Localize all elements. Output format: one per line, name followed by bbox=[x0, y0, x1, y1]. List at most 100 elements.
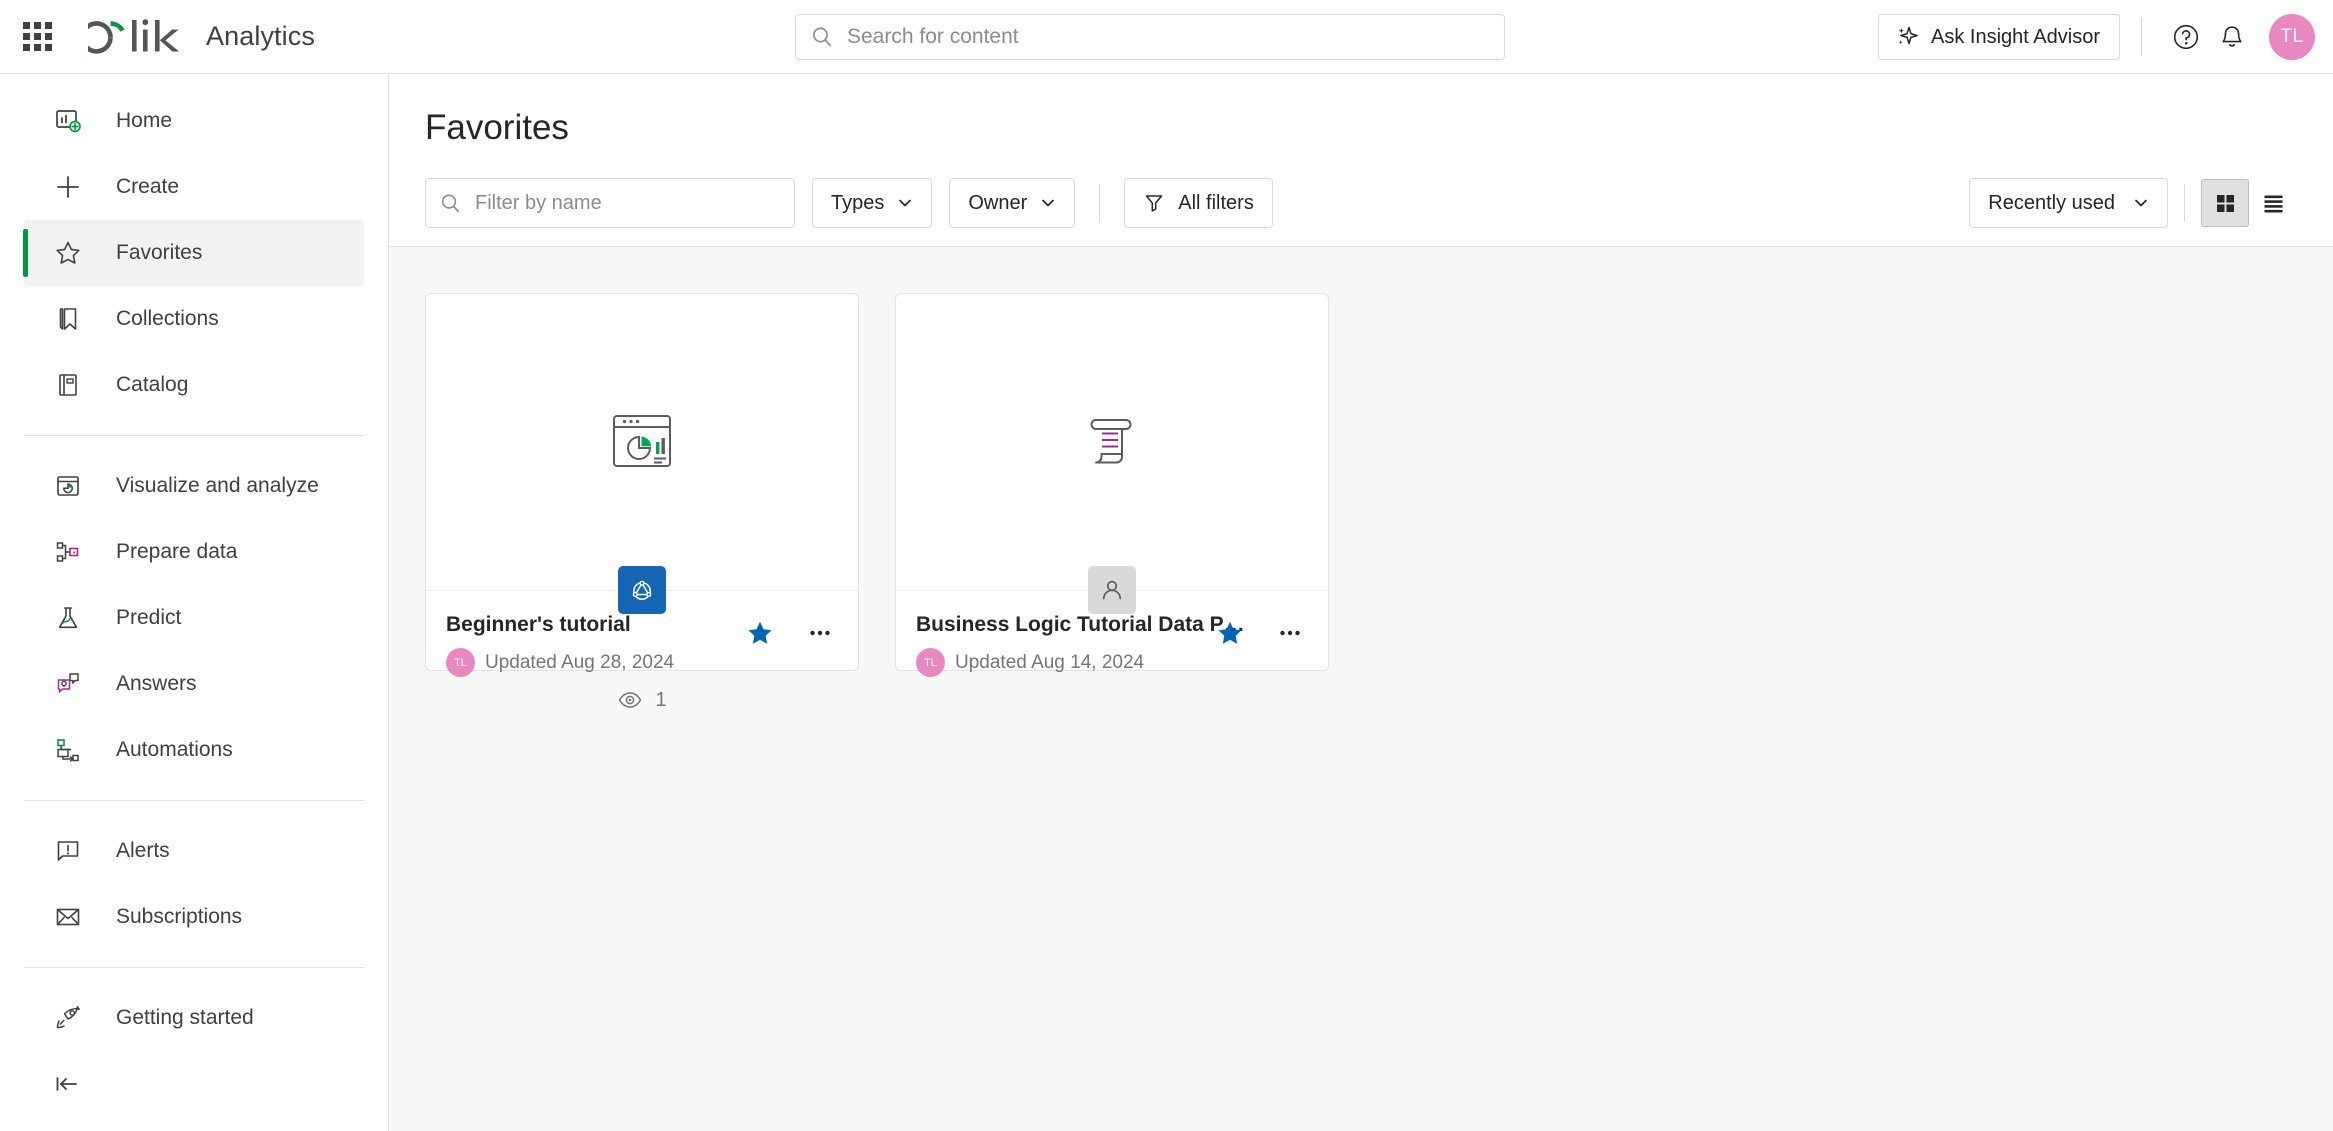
owner-filter-dropdown[interactable]: Owner bbox=[949, 178, 1076, 228]
sidebar-item-answers[interactable]: Answers bbox=[24, 651, 364, 717]
sidebar-item-label: Answers bbox=[116, 672, 197, 695]
star-filled-icon bbox=[748, 621, 772, 644]
card-actions bbox=[1210, 613, 1310, 653]
notifications-button[interactable] bbox=[2209, 14, 2255, 60]
sort-dropdown[interactable]: Recently used bbox=[1969, 178, 2168, 228]
bell-icon bbox=[2222, 26, 2242, 47]
home-dashboard-icon bbox=[51, 104, 85, 138]
card-footer: Business Logic Tutorial Data Prep TL Upd… bbox=[896, 591, 1328, 677]
card-thumbnail bbox=[896, 294, 1328, 614]
data-prep-icon bbox=[51, 535, 85, 569]
card-more-menu-button[interactable] bbox=[800, 613, 840, 653]
sparkle-icon bbox=[1898, 26, 1918, 45]
sidebar-item-getting-started[interactable]: Getting started bbox=[24, 985, 364, 1051]
search-input[interactable]: Search for content bbox=[795, 14, 1505, 60]
toolbar-divider bbox=[1099, 184, 1101, 222]
favorite-star-button[interactable] bbox=[740, 613, 780, 653]
chevron-down-icon bbox=[1042, 199, 1055, 207]
list-view-icon bbox=[2264, 195, 2282, 212]
brand-product-name: Analytics bbox=[206, 21, 315, 51]
content-card[interactable]: Beginner's tutorial TL Updated Aug 28, 2… bbox=[425, 293, 859, 677]
star-outline-icon bbox=[51, 236, 85, 270]
card-title: Beginner's tutorial bbox=[446, 613, 631, 636]
sidebar-item-collections[interactable]: Collections bbox=[24, 286, 364, 352]
toolbar-right-controls: Recently used bbox=[1969, 178, 2297, 228]
app-launcher-button[interactable] bbox=[14, 14, 60, 60]
views-indicator: 1 bbox=[425, 687, 859, 713]
top-bar-divider bbox=[2141, 18, 2142, 56]
sidebar-item-home[interactable]: Home bbox=[24, 88, 364, 154]
chevron-down-icon bbox=[899, 199, 912, 207]
book-icon bbox=[51, 368, 85, 402]
ask-insight-advisor-button[interactable]: Ask Insight Advisor bbox=[1878, 14, 2120, 60]
search-icon bbox=[441, 193, 459, 212]
top-bar: Analytics Search for content Ask Insight… bbox=[0, 0, 2333, 74]
sidebar-divider-1 bbox=[24, 435, 364, 436]
sidebar-item-label: Create bbox=[116, 175, 180, 198]
page-title: Favorites bbox=[425, 108, 569, 147]
sidebar-item-label: Visualize and analyze bbox=[116, 474, 319, 497]
more-horizontal-icon bbox=[1280, 630, 1300, 636]
content-area: Beginner's tutorial TL Updated Aug 28, 2… bbox=[389, 246, 2333, 1131]
main-content: Favorites Filter by name Types Owner All… bbox=[389, 74, 2333, 1131]
envelope-icon bbox=[51, 900, 85, 934]
sidebar: Home Create Favorites Collections Catalo… bbox=[0, 74, 389, 1131]
toolbar-divider bbox=[2184, 184, 2185, 222]
global-search[interactable]: Search for content bbox=[795, 14, 1505, 60]
filter-by-name-input[interactable]: Filter by name bbox=[425, 178, 795, 228]
favorite-star-button[interactable] bbox=[1210, 613, 1250, 653]
sidebar-item-alerts[interactable]: Alerts bbox=[24, 818, 364, 884]
sidebar-item-label: Alerts bbox=[116, 839, 170, 862]
sidebar-item-automations[interactable]: Automations bbox=[24, 717, 364, 783]
card-owner-avatar: TL bbox=[446, 648, 475, 677]
chart-window-thumbnail-icon bbox=[613, 415, 671, 467]
views-count: 1 bbox=[655, 688, 667, 711]
rocket-icon bbox=[51, 1001, 85, 1035]
sidebar-divider-2 bbox=[24, 800, 364, 801]
card-grid: Beginner's tutorial TL Updated Aug 28, 2… bbox=[425, 293, 2333, 677]
help-button[interactable] bbox=[2163, 14, 2209, 60]
star-filled-icon bbox=[1218, 621, 1242, 644]
card-actions bbox=[740, 613, 840, 653]
automation-flow-icon bbox=[51, 733, 85, 767]
script-scroll-thumbnail-icon bbox=[1090, 419, 1132, 464]
chart-window-icon bbox=[51, 469, 85, 503]
owner-filter-label: Owner bbox=[968, 191, 1028, 214]
search-placeholder: Search for content bbox=[847, 25, 1019, 48]
sidebar-item-create[interactable]: Create bbox=[24, 154, 364, 220]
sidebar-item-label: Getting started bbox=[116, 1006, 254, 1029]
card-title: Business Logic Tutorial Data Prep bbox=[916, 613, 1246, 636]
grid-view-button[interactable] bbox=[2201, 179, 2249, 227]
sidebar-item-favorites[interactable]: Favorites bbox=[23, 220, 364, 286]
sidebar-item-predict[interactable]: Predict bbox=[24, 585, 364, 651]
search-icon bbox=[813, 27, 831, 47]
collapse-arrow-icon bbox=[56, 1077, 77, 1091]
chat-answers-icon bbox=[51, 667, 85, 701]
sidebar-item-visualize-and-analyze[interactable]: Visualize and analyze bbox=[24, 453, 364, 519]
help-circle-icon bbox=[2173, 24, 2199, 50]
card-owner-initials: TL bbox=[454, 656, 467, 669]
types-filter-label: Types bbox=[831, 191, 885, 214]
sort-label: Recently used bbox=[1988, 191, 2115, 214]
sidebar-item-prepare-data[interactable]: Prepare data bbox=[24, 519, 364, 585]
view-mode-toggle bbox=[2201, 179, 2297, 227]
sidebar-item-catalog[interactable]: Catalog bbox=[24, 352, 364, 418]
types-filter-dropdown[interactable]: Types bbox=[812, 178, 933, 228]
card-more-menu-button[interactable] bbox=[1270, 613, 1310, 653]
sidebar-item-label: Collections bbox=[116, 307, 219, 330]
flask-icon bbox=[51, 601, 85, 635]
all-filters-button[interactable]: All filters bbox=[1124, 178, 1273, 228]
bookmark-icon bbox=[51, 302, 85, 336]
sidebar-divider-3 bbox=[24, 967, 364, 968]
sidebar-item-label: Subscriptions bbox=[116, 905, 243, 928]
brand[interactable]: Analytics bbox=[88, 16, 315, 58]
content-card[interactable]: Business Logic Tutorial Data Prep TL Upd… bbox=[895, 293, 1329, 677]
collapse-sidebar-button[interactable] bbox=[46, 1063, 88, 1105]
sidebar-item-subscriptions[interactable]: Subscriptions bbox=[24, 884, 364, 950]
filter-toolbar: Filter by name Types Owner All filters R… bbox=[389, 178, 2333, 228]
funnel-icon bbox=[1146, 195, 1163, 212]
more-horizontal-icon bbox=[810, 630, 830, 636]
user-avatar[interactable]: TL bbox=[2269, 14, 2315, 60]
grid-view-icon bbox=[2216, 194, 2234, 212]
list-view-button[interactable] bbox=[2249, 179, 2297, 227]
